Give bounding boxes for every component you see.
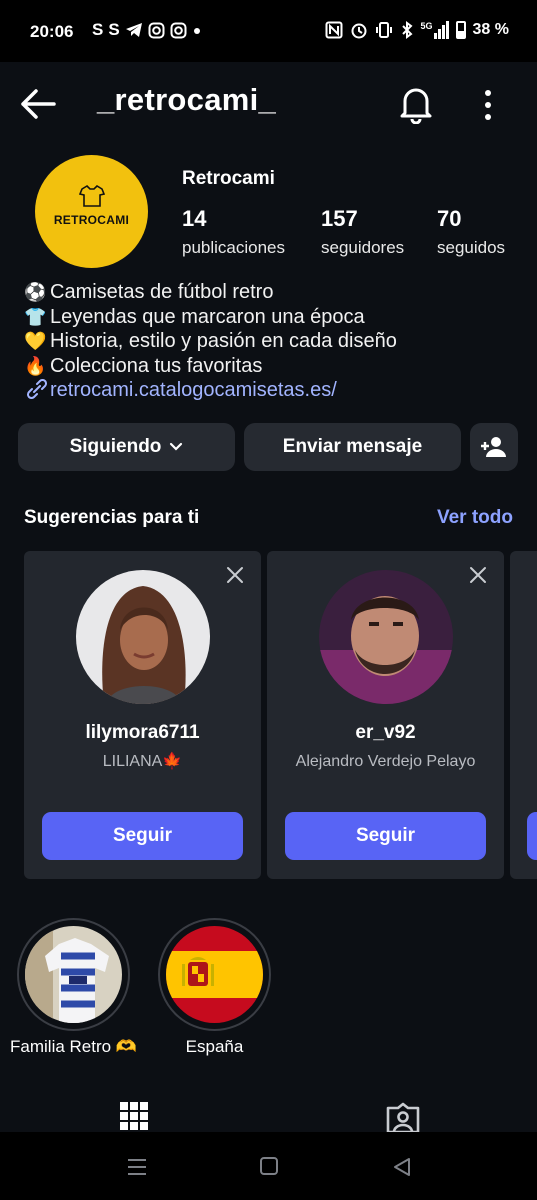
system-navigation-bar — [0, 1132, 537, 1200]
profile-bio: ⚽ Camisetas de fútbol retro 👕 Leyendas que… — [24, 280, 524, 403]
more-options-icon[interactable] — [475, 88, 501, 122]
recent-apps-icon[interactable] — [126, 1158, 148, 1176]
suggestion-avatar[interactable] — [318, 570, 453, 704]
bio-link-text: retrocami.catalogocamisetas.es/ — [50, 379, 337, 401]
soccer-ball-icon: ⚽ — [24, 282, 47, 302]
status-time: 20:06 — [30, 22, 74, 41]
battery-level: 38 % — [472, 21, 509, 38]
telegram-icon — [125, 23, 142, 37]
bio-line: ⚽ Camisetas de fútbol retro — [24, 280, 524, 305]
grid-tab-icon[interactable] — [118, 1100, 150, 1134]
see-all-link[interactable]: Ver todo — [437, 507, 513, 529]
bio-text: Colecciona tus favoritas — [50, 354, 263, 377]
story-highlight[interactable] — [158, 918, 271, 1031]
suggestion-username[interactable]: lilymora6711 — [24, 722, 261, 744]
suggestion-card-partial[interactable] — [510, 551, 537, 879]
follow-button[interactable]: Seguir — [42, 812, 243, 860]
bio-link[interactable]: retrocami.catalogocamisetas.es/ — [24, 378, 524, 403]
status-bar: 20:06 S S 5G 38 % — [0, 0, 537, 62]
s-app-icon: S — [108, 20, 120, 39]
stat-label: seguidores — [321, 238, 405, 257]
vibrate-icon — [375, 22, 392, 38]
back-nav-icon[interactable] — [391, 1157, 413, 1177]
story-highlight[interactable] — [17, 918, 130, 1031]
fire-icon: 🔥 — [24, 355, 47, 376]
bio-text: Leyendas que marcaron una época — [50, 305, 365, 328]
add-user-button[interactable] — [470, 423, 518, 471]
stat-posts[interactable]: 14 publicaciones — [182, 206, 285, 258]
user-photo — [75, 570, 210, 704]
tshirt-icon: 👕 — [24, 306, 47, 327]
stat-followers[interactable]: 157 seguidores — [321, 206, 404, 258]
link-icon — [26, 379, 48, 399]
highlight-label: España — [185, 1037, 244, 1056]
bluetooth-icon — [401, 21, 413, 39]
suggestion-fullname: LILIANA🍁 — [102, 753, 183, 770]
stat-value: 14 — [182, 206, 207, 231]
tagged-tab-icon[interactable] — [385, 1102, 421, 1134]
suggestion-avatar[interactable] — [75, 570, 210, 704]
back-arrow-icon[interactable] — [18, 86, 58, 122]
profile-display-name: Retrocami — [182, 168, 275, 189]
user-photo — [318, 570, 453, 704]
profile-avatar[interactable]: RETROCAMI — [35, 155, 148, 268]
send-message-label: Enviar mensaje — [282, 436, 423, 457]
profile-header: _retrocami_ — [0, 62, 537, 148]
bell-icon[interactable] — [397, 84, 435, 124]
yellow-heart-icon: 💛 — [24, 331, 47, 351]
stat-label: publicaciones — [182, 238, 286, 257]
close-icon[interactable] — [468, 565, 488, 585]
following-button[interactable]: Siguiendo — [18, 423, 235, 471]
home-icon[interactable] — [259, 1156, 279, 1176]
follow-label: Seguir — [355, 825, 416, 846]
stat-label: seguidos — [437, 238, 506, 257]
send-message-button[interactable]: Enviar mensaje — [244, 423, 461, 471]
shirt-logo-icon — [79, 185, 105, 207]
suggestion-card[interactable]: er_v92 Alejandro Verdejo Pelayo Seguir — [267, 551, 504, 879]
suggestion-username[interactable]: er_v92 — [267, 722, 504, 744]
instagram-icon — [170, 22, 187, 38]
spain-flag-icon — [166, 926, 263, 1023]
bio-line: 👕 Leyendas que marcaron una época — [24, 305, 524, 330]
bio-text: Historia, estilo y pasión en cada diseño — [50, 330, 397, 352]
bio-line: 🔥 Colecciona tus favoritas — [24, 354, 524, 379]
network-type: 5G — [420, 21, 433, 31]
close-icon[interactable] — [225, 565, 245, 585]
stat-value: 70 — [437, 206, 462, 231]
battery-icon — [455, 21, 466, 39]
highlight-cover — [166, 926, 263, 1023]
instagram-icon — [148, 22, 165, 38]
follow-label: Seguir — [112, 825, 173, 846]
nfc-icon — [325, 21, 343, 39]
system-icons: 5G 38 % — [325, 21, 509, 39]
highlight-photo — [25, 926, 122, 1023]
profile-username: _retrocami_ — [97, 82, 277, 117]
suggestions-title: Sugerencias para ti — [24, 507, 200, 528]
follow-button[interactable]: Seguir — [285, 812, 486, 860]
alarm-icon — [351, 23, 367, 39]
highlight-label: Familia Retro 🫶 — [10, 1037, 137, 1056]
stat-following[interactable]: 70 seguidos — [437, 206, 505, 258]
add-user-icon — [481, 437, 506, 457]
suggestion-fullname: Alejandro Verdejo Pelayo — [295, 753, 476, 770]
bio-line: 💛 Historia, estilo y pasión en cada diseñ… — [24, 329, 524, 354]
chevron-down-icon — [170, 442, 183, 451]
avatar-brand-text: RETROCAMI — [53, 213, 130, 227]
s-app-icon: S — [92, 20, 104, 39]
dot-icon — [193, 27, 200, 34]
follow-button[interactable] — [527, 812, 537, 860]
bio-text: Camisetas de fútbol retro — [50, 281, 274, 303]
highlight-cover — [25, 926, 122, 1023]
following-label: Siguiendo — [69, 436, 162, 457]
signal-icon: 5G — [421, 21, 449, 39]
suggestion-card[interactable]: lilymora6711 LILIANA🍁 Seguir — [24, 551, 261, 879]
notification-icons: S S — [92, 20, 202, 40]
stat-value: 157 — [321, 206, 358, 231]
